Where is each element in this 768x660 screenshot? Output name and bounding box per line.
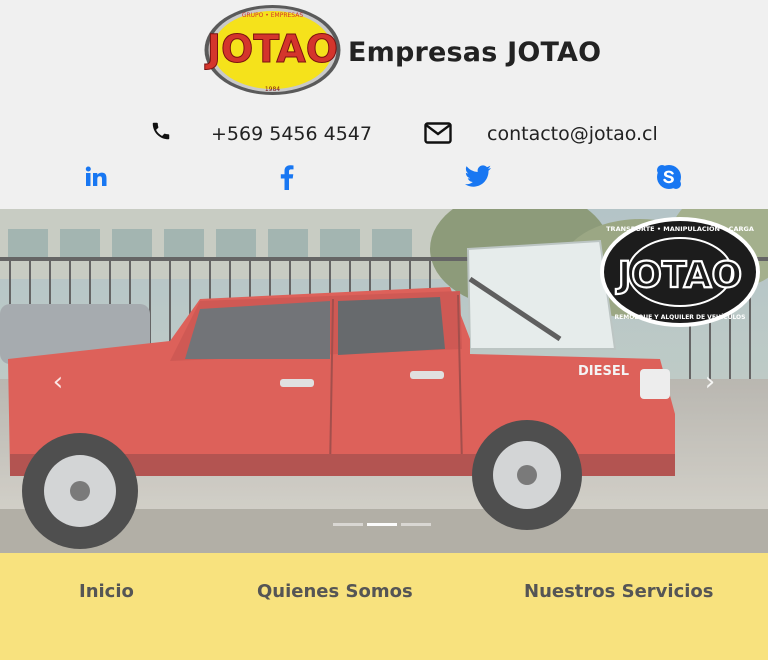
stamp-arc-bottom: REMOLQUE Y ALQUILER DE VEHÍCULOS [615, 313, 746, 321]
main-nav: Inicio Quienes Somos Nuestros Servicios [0, 553, 768, 660]
carousel-next-button[interactable]: › [698, 365, 722, 399]
carousel-prev-button[interactable]: ‹ [46, 365, 70, 399]
hero-carousel[interactable]: DIESEL TRANSPORTE • MANIPULACIÓN • CARGA… [0, 209, 768, 553]
logo-wordmark: JOTAO [204, 27, 338, 71]
carousel-indicator-active[interactable] [367, 523, 397, 526]
jotao-logo[interactable]: GRUPO • EMPRESAS JOTAO 1984 [203, 4, 342, 96]
twitter-icon[interactable] [463, 162, 493, 192]
phone-number[interactable]: +569 5456 4547 [211, 123, 372, 145]
stamp-arc-top: TRANSPORTE • MANIPULACIÓN • CARGA [606, 224, 754, 233]
email-address[interactable]: contacto@jotao.cl [487, 123, 658, 145]
logo-arc-top: GRUPO • EMPRESAS [242, 12, 303, 19]
logo-year: 1984 [265, 86, 280, 93]
chevron-right-icon: › [704, 367, 716, 397]
stamp-wordmark: JOTAO [615, 255, 742, 296]
phone-icon [152, 122, 170, 140]
contact-row: +569 5456 4547 contacto@jotao.cl [0, 116, 768, 150]
facebook-icon[interactable] [272, 162, 302, 192]
site-header: GRUPO • EMPRESAS JOTAO 1984 Empresas JOT… [0, 0, 768, 209]
nav-link-inicio[interactable]: Inicio [79, 581, 134, 602]
jotao-stamp-logo: TRANSPORTE • MANIPULACIÓN • CARGA JOTAO … [600, 217, 760, 327]
social-links [0, 162, 768, 194]
brand-name: Empresas JOTAO [348, 37, 602, 68]
skype-icon[interactable] [654, 162, 684, 192]
nav-link-quienes-somos[interactable]: Quienes Somos [257, 581, 413, 602]
carousel-indicators [333, 523, 435, 527]
envelope-icon [424, 122, 452, 144]
carousel-indicator[interactable] [401, 523, 431, 526]
carousel-indicator[interactable] [333, 523, 363, 526]
chevron-left-icon: ‹ [52, 367, 64, 397]
linkedin-icon[interactable] [81, 162, 111, 192]
nav-link-nuestros-servicios[interactable]: Nuestros Servicios [524, 581, 714, 602]
